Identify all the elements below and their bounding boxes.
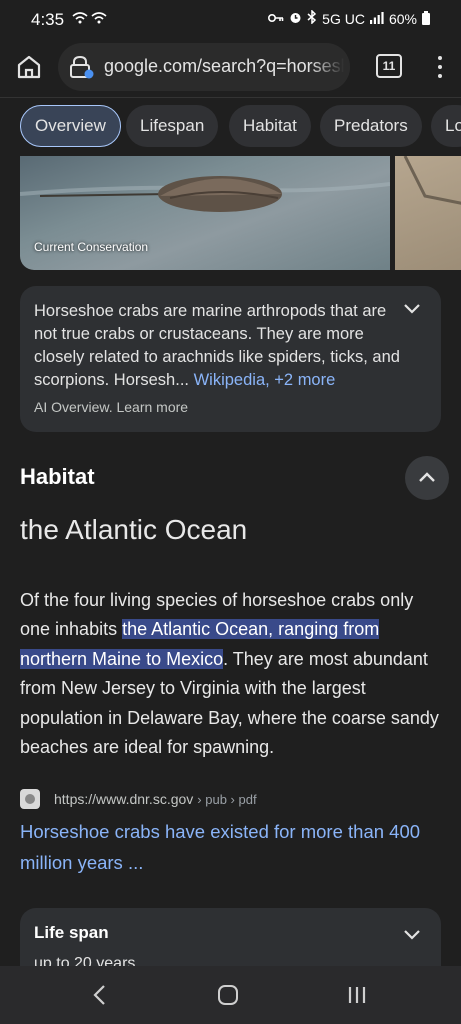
lock-icon[interactable] (68, 55, 94, 79)
key-icon (268, 11, 284, 27)
chip-predators[interactable]: Predators (320, 105, 422, 147)
lifespan-label: Life span (34, 923, 109, 942)
address-bar[interactable]: google.com/search?q=horseshoe (58, 43, 350, 91)
ai-overview-ellipsis: ... (175, 371, 189, 389)
wikipedia-link[interactable]: Wikipedia (194, 371, 266, 389)
browser-toolbar: google.com/search?q=horseshoe 11 (0, 38, 461, 98)
section-heading-habitat: Habitat (20, 464, 95, 489)
topic-chip-row: Overview Lifespan Habitat Predators Lo (0, 98, 461, 156)
featured-answer: the Atlantic Ocean (20, 514, 248, 545)
status-bar: 4:35 5G UC 60% (0, 0, 461, 38)
battery-icon (422, 10, 430, 25)
alarm-icon (289, 11, 302, 27)
image-caption: Current Conservation (34, 240, 149, 254)
wifi-icon (72, 10, 108, 29)
chip-habitat[interactable]: Habitat (229, 105, 311, 147)
chevron-down-icon[interactable] (402, 302, 422, 316)
chevron-down-icon[interactable] (402, 928, 422, 942)
site-favicon-icon (20, 789, 40, 809)
collapse-button[interactable] (405, 456, 449, 500)
source-citation[interactable]: https://www.dnr.sc.gov › pub › pdf (20, 788, 257, 810)
system-navigation-bar (0, 966, 461, 1024)
ai-overview-card[interactable]: Horseshoe crabs are marine arthropods th… (20, 286, 441, 432)
featured-snippet: Of the four living species of horseshoe … (20, 586, 445, 762)
battery-level: 60% (388, 10, 417, 27)
ai-overview-footer[interactable]: AI Overview. Learn more (34, 399, 188, 415)
signal-icon (369, 11, 384, 27)
home-button-icon[interactable] (218, 985, 238, 1005)
url-text: google.com/search?q=horseshoe (104, 56, 350, 76)
back-icon[interactable] (90, 984, 110, 1006)
source-url: https://www.dnr.sc.gov (54, 791, 194, 807)
recent-apps-icon[interactable] (347, 986, 367, 1004)
image-carousel: Current Conservation (20, 156, 461, 270)
bluetooth-icon (307, 9, 317, 27)
chip-lifespan[interactable]: Lifespan (126, 105, 219, 147)
result-title-link[interactable]: Horseshoe crabs have existed for more th… (20, 816, 450, 878)
network-type: 5G UC (322, 10, 365, 27)
source-path: › pub › pdf (197, 791, 257, 807)
horseshoe-crab-image[interactable]: Current Conservation (20, 156, 390, 270)
status-time: 4:35 (31, 10, 65, 29)
more-sources-link[interactable]: , +2 more (265, 371, 335, 389)
tab-switcher-button[interactable]: 11 (376, 54, 402, 78)
secondary-image[interactable] (395, 156, 461, 270)
chevron-up-icon (419, 472, 435, 482)
home-icon[interactable] (14, 52, 44, 82)
chip-overview[interactable]: Overview (20, 105, 121, 147)
more-options-icon[interactable] (430, 53, 450, 81)
chip-lo[interactable]: Lo (431, 105, 461, 147)
